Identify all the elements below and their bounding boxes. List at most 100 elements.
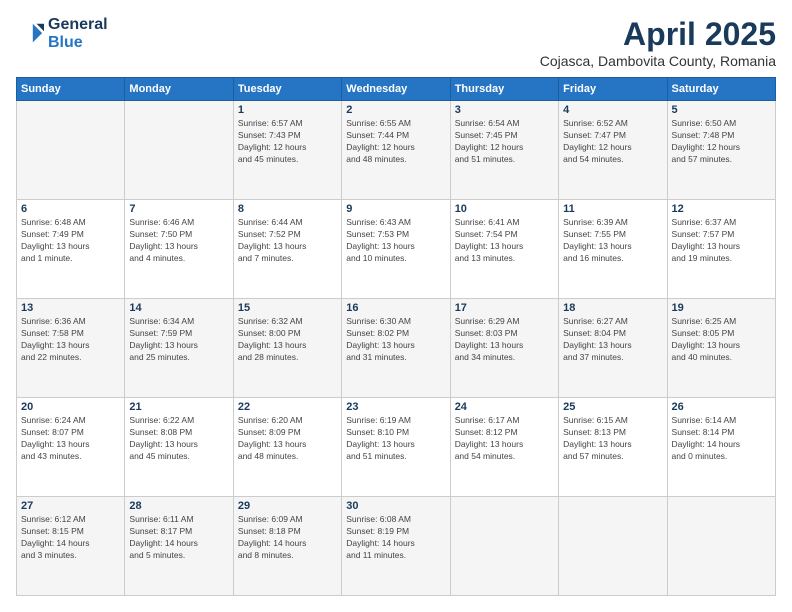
- day-number: 21: [129, 401, 228, 413]
- day-detail: Sunrise: 6:39 AM Sunset: 7:55 PM Dayligh…: [563, 217, 662, 265]
- day-detail: Sunrise: 6:48 AM Sunset: 7:49 PM Dayligh…: [21, 217, 120, 265]
- weekday-header: Monday: [125, 78, 233, 101]
- day-detail: Sunrise: 6:14 AM Sunset: 8:14 PM Dayligh…: [672, 415, 771, 463]
- day-detail: Sunrise: 6:43 AM Sunset: 7:53 PM Dayligh…: [346, 217, 445, 265]
- day-number: 6: [21, 203, 120, 215]
- header-row: SundayMondayTuesdayWednesdayThursdayFrid…: [17, 78, 776, 101]
- day-detail: Sunrise: 6:41 AM Sunset: 7:54 PM Dayligh…: [455, 217, 554, 265]
- calendar-cell: 28Sunrise: 6:11 AM Sunset: 8:17 PM Dayli…: [125, 497, 233, 596]
- weekday-header: Wednesday: [342, 78, 450, 101]
- day-detail: Sunrise: 6:54 AM Sunset: 7:45 PM Dayligh…: [455, 118, 554, 166]
- day-number: 19: [672, 302, 771, 314]
- day-number: 10: [455, 203, 554, 215]
- calendar-cell: 26 Sunrise: 6:14 AM Sunset: 8:14 PM Dayli…: [667, 398, 775, 497]
- month-title: April 2025: [540, 16, 776, 53]
- day-number: 4: [563, 104, 662, 116]
- logo-text: General Blue: [48, 16, 108, 52]
- weekday-header: Sunday: [17, 78, 125, 101]
- location-subtitle: Cojasca, Dambovita County, Romania: [540, 53, 776, 69]
- calendar-cell: 22 Sunrise: 6:20 AM Sunset: 8:09 PM Dayli…: [233, 398, 341, 497]
- calendar-cell: 24 Sunrise: 6:17 AM Sunset: 8:12 PM Dayli…: [450, 398, 558, 497]
- day-detail: Sunrise: 6:30 AM Sunset: 8:02 PM Dayligh…: [346, 316, 445, 364]
- weekday-header: Saturday: [667, 78, 775, 101]
- calendar-body: 1Sunrise: 6:57 AM Sunset: 7:43 PM Daylig…: [17, 101, 776, 596]
- day-number: 23: [346, 401, 445, 413]
- calendar-cell: 2 Sunrise: 6:55 AM Sunset: 7:44 PM Daylig…: [342, 101, 450, 200]
- day-number: 24: [455, 401, 554, 413]
- calendar-cell: 15 Sunrise: 6:32 AM Sunset: 8:00 PM Dayli…: [233, 299, 341, 398]
- day-number: 20: [21, 401, 120, 413]
- day-number: 2: [346, 104, 445, 116]
- day-detail: Sunrise: 6:29 AM Sunset: 8:03 PM Dayligh…: [455, 316, 554, 364]
- day-number: 14: [129, 302, 228, 314]
- day-number: 15: [238, 302, 337, 314]
- logo-icon: [16, 20, 44, 48]
- weekday-header: Thursday: [450, 78, 558, 101]
- day-number: 22: [238, 401, 337, 413]
- day-detail: Sunrise: 6:50 AM Sunset: 7:48 PM Dayligh…: [672, 118, 771, 166]
- calendar-week-row: 27 Sunrise: 6:12 AM Sunset: 8:15 PM Dayli…: [17, 497, 776, 596]
- day-detail: Sunrise: 6:27 AM Sunset: 8:04 PM Dayligh…: [563, 316, 662, 364]
- calendar-cell: 11 Sunrise: 6:39 AM Sunset: 7:55 PM Dayli…: [559, 200, 667, 299]
- calendar-cell: 9 Sunrise: 6:43 AM Sunset: 7:53 PM Daylig…: [342, 200, 450, 299]
- day-number: 1: [238, 104, 337, 116]
- day-detail: Sunrise: 6:09 AM Sunset: 8:18 PM Dayligh…: [238, 514, 337, 562]
- day-detail: Sunrise: 6:08 AM Sunset: 8:19 PM Dayligh…: [346, 514, 445, 562]
- calendar-cell: [667, 497, 775, 596]
- logo: General Blue: [16, 16, 108, 52]
- day-detail: Sunrise: 6:55 AM Sunset: 7:44 PM Dayligh…: [346, 118, 445, 166]
- calendar-cell: 30 Sunrise: 6:08 AM Sunset: 8:19 PM Dayli…: [342, 497, 450, 596]
- calendar-cell: 13Sunrise: 6:36 AM Sunset: 7:58 PM Dayli…: [17, 299, 125, 398]
- calendar-table: SundayMondayTuesdayWednesdayThursdayFrid…: [16, 77, 776, 596]
- calendar-cell: 21Sunrise: 6:22 AM Sunset: 8:08 PM Dayli…: [125, 398, 233, 497]
- day-detail: Sunrise: 6:32 AM Sunset: 8:00 PM Dayligh…: [238, 316, 337, 364]
- day-number: 18: [563, 302, 662, 314]
- page: General Blue April 2025 Cojasca, Dambovi…: [0, 0, 792, 612]
- title-block: April 2025 Cojasca, Dambovita County, Ro…: [540, 16, 776, 69]
- calendar-cell: 5Sunrise: 6:50 AM Sunset: 7:48 PM Daylig…: [667, 101, 775, 200]
- calendar-cell: [559, 497, 667, 596]
- day-detail: Sunrise: 6:34 AM Sunset: 7:59 PM Dayligh…: [129, 316, 228, 364]
- calendar-cell: 7Sunrise: 6:46 AM Sunset: 7:50 PM Daylig…: [125, 200, 233, 299]
- calendar-cell: 16Sunrise: 6:30 AM Sunset: 8:02 PM Dayli…: [342, 299, 450, 398]
- day-number: 27: [21, 500, 120, 512]
- day-number: 26: [672, 401, 771, 413]
- calendar-cell: 18 Sunrise: 6:27 AM Sunset: 8:04 PM Dayli…: [559, 299, 667, 398]
- calendar-cell: 8 Sunrise: 6:44 AM Sunset: 7:52 PM Daylig…: [233, 200, 341, 299]
- calendar-cell: 12Sunrise: 6:37 AM Sunset: 7:57 PM Dayli…: [667, 200, 775, 299]
- weekday-header: Friday: [559, 78, 667, 101]
- calendar-cell: 23 Sunrise: 6:19 AM Sunset: 8:10 PM Dayli…: [342, 398, 450, 497]
- day-number: 12: [672, 203, 771, 215]
- day-number: 9: [346, 203, 445, 215]
- day-number: 8: [238, 203, 337, 215]
- calendar-cell: 3 Sunrise: 6:54 AM Sunset: 7:45 PM Daylig…: [450, 101, 558, 200]
- day-number: 25: [563, 401, 662, 413]
- calendar-cell: 1Sunrise: 6:57 AM Sunset: 7:43 PM Daylig…: [233, 101, 341, 200]
- calendar-cell: 10 Sunrise: 6:41 AM Sunset: 7:54 PM Dayli…: [450, 200, 558, 299]
- day-detail: Sunrise: 6:17 AM Sunset: 8:12 PM Dayligh…: [455, 415, 554, 463]
- calendar-cell: 27 Sunrise: 6:12 AM Sunset: 8:15 PM Dayli…: [17, 497, 125, 596]
- calendar-cell: 20 Sunrise: 6:24 AM Sunset: 8:07 PM Dayli…: [17, 398, 125, 497]
- day-detail: Sunrise: 6:20 AM Sunset: 8:09 PM Dayligh…: [238, 415, 337, 463]
- day-detail: Sunrise: 6:19 AM Sunset: 8:10 PM Dayligh…: [346, 415, 445, 463]
- calendar-cell: 17Sunrise: 6:29 AM Sunset: 8:03 PM Dayli…: [450, 299, 558, 398]
- calendar-cell: [17, 101, 125, 200]
- day-number: 3: [455, 104, 554, 116]
- calendar-week-row: 1Sunrise: 6:57 AM Sunset: 7:43 PM Daylig…: [17, 101, 776, 200]
- day-number: 29: [238, 500, 337, 512]
- day-number: 30: [346, 500, 445, 512]
- day-number: 11: [563, 203, 662, 215]
- day-detail: Sunrise: 6:44 AM Sunset: 7:52 PM Dayligh…: [238, 217, 337, 265]
- calendar-cell: [450, 497, 558, 596]
- calendar-cell: 14 Sunrise: 6:34 AM Sunset: 7:59 PM Dayli…: [125, 299, 233, 398]
- calendar-header: SundayMondayTuesdayWednesdayThursdayFrid…: [17, 78, 776, 101]
- day-detail: Sunrise: 6:46 AM Sunset: 7:50 PM Dayligh…: [129, 217, 228, 265]
- calendar-cell: 25Sunrise: 6:15 AM Sunset: 8:13 PM Dayli…: [559, 398, 667, 497]
- day-detail: Sunrise: 6:24 AM Sunset: 8:07 PM Dayligh…: [21, 415, 120, 463]
- calendar-week-row: 13Sunrise: 6:36 AM Sunset: 7:58 PM Dayli…: [17, 299, 776, 398]
- calendar-week-row: 6 Sunrise: 6:48 AM Sunset: 7:49 PM Daylig…: [17, 200, 776, 299]
- calendar-cell: 6 Sunrise: 6:48 AM Sunset: 7:49 PM Daylig…: [17, 200, 125, 299]
- day-detail: Sunrise: 6:25 AM Sunset: 8:05 PM Dayligh…: [672, 316, 771, 364]
- day-detail: Sunrise: 6:36 AM Sunset: 7:58 PM Dayligh…: [21, 316, 120, 364]
- day-detail: Sunrise: 6:12 AM Sunset: 8:15 PM Dayligh…: [21, 514, 120, 562]
